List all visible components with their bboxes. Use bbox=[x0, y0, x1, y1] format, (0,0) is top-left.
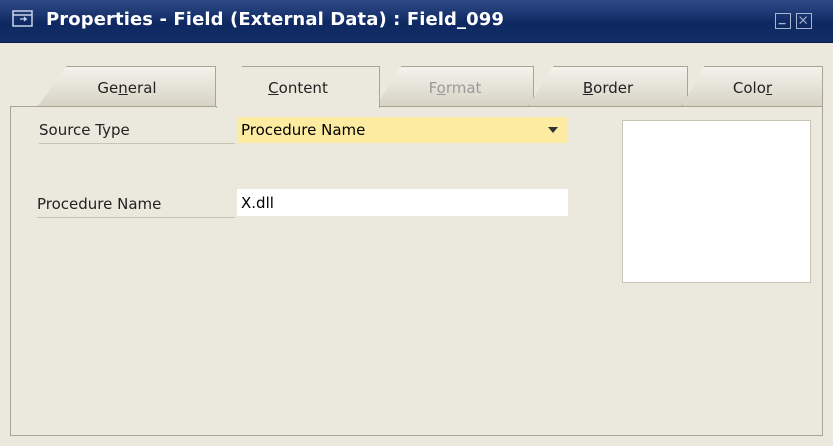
tab-color[interactable]: Color bbox=[682, 66, 823, 106]
tab-border-label: Border bbox=[582, 79, 634, 97]
properties-window: Properties - Field (External Data) : Fie… bbox=[0, 0, 833, 446]
source-type-label: Source Type bbox=[39, 121, 235, 144]
tab-strip: General Content Format Border Color bbox=[10, 66, 823, 108]
tab-border[interactable]: Border bbox=[528, 66, 688, 106]
source-type-dropdown[interactable]: Procedure Name bbox=[237, 117, 568, 143]
close-icon[interactable] bbox=[796, 13, 812, 29]
tab-content[interactable]: Content bbox=[216, 66, 380, 108]
tab-content-label: Content bbox=[268, 79, 328, 97]
tab-general-label: General bbox=[97, 79, 157, 97]
properties-icon bbox=[12, 10, 33, 27]
chevron-down-icon[interactable] bbox=[548, 127, 558, 133]
source-type-value: Procedure Name bbox=[241, 121, 366, 139]
procedure-name-label: Procedure Name bbox=[37, 195, 235, 218]
content-panel: Source Type Procedure Name Procedure Nam… bbox=[10, 106, 823, 436]
minimize-icon[interactable] bbox=[775, 13, 791, 29]
tab-general[interactable]: General bbox=[38, 66, 216, 106]
procedure-name-input[interactable] bbox=[237, 189, 568, 216]
tab-format[interactable]: Format bbox=[376, 66, 534, 106]
preview-box bbox=[622, 120, 811, 283]
title-bar[interactable]: Properties - Field (External Data) : Fie… bbox=[0, 0, 833, 43]
client-area: General Content Format Border Color Sour… bbox=[10, 52, 823, 436]
tab-color-label: Color bbox=[732, 79, 773, 97]
window-title: Properties - Field (External Data) : Fie… bbox=[46, 9, 505, 30]
tab-format-label: Format bbox=[428, 79, 482, 97]
